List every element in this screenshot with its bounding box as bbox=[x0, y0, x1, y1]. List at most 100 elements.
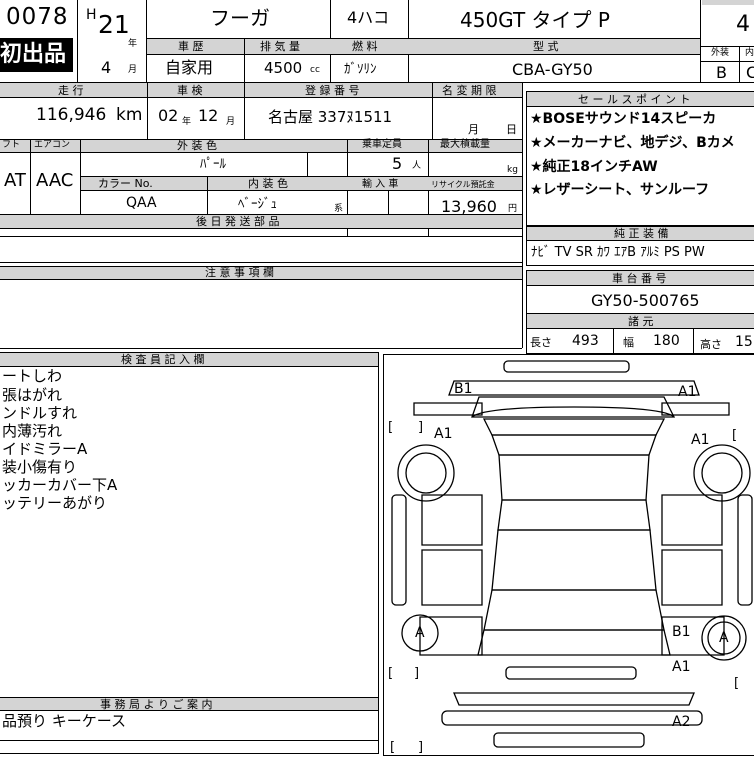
left-rocker bbox=[391, 494, 407, 606]
svg-text:[: [ bbox=[734, 676, 739, 691]
mark-a1-top: A1 bbox=[678, 384, 697, 400]
office-label: 事 務 局 よ り ご 案 内 bbox=[100, 698, 213, 711]
chassis-label: 車 台 番 号 bbox=[612, 272, 667, 285]
sales-point-2: ★メーカーナビ、地デジ、Bカメ bbox=[530, 135, 735, 151]
right-rear-door bbox=[661, 494, 723, 546]
mileage-label: 走 行 bbox=[58, 84, 84, 97]
exterior-color-value: ﾊﾟｰﾙ bbox=[200, 157, 226, 172]
inspection-year: 02 bbox=[158, 106, 179, 125]
exterior-grade-label: 外装 bbox=[711, 48, 730, 58]
recycle-value: 13,960 bbox=[441, 197, 497, 216]
hood bbox=[491, 529, 657, 591]
front-lip bbox=[441, 710, 703, 726]
dimensions-label: 諸 元 bbox=[628, 315, 654, 328]
front-spoiler bbox=[493, 732, 645, 748]
inspector-note-2: 張はがれ bbox=[2, 386, 63, 404]
inspection-label: 車 検 bbox=[177, 84, 203, 97]
left-front-fender bbox=[419, 616, 483, 656]
max-load-unit: kg bbox=[507, 165, 518, 175]
max-load-label: 最大積載量 bbox=[440, 139, 490, 150]
front-bumper bbox=[453, 692, 695, 706]
history-value: 自家用 bbox=[165, 58, 214, 77]
inspector-label: 検 査 員 記 入 欄 bbox=[121, 353, 205, 366]
lot-number: 0078 bbox=[6, 4, 69, 30]
svg-text:[: [ bbox=[390, 740, 395, 755]
car-diagram-svg: [] [ [] [ [] bbox=[388, 360, 753, 755]
inspection-month-unit: 月 bbox=[226, 117, 236, 127]
mark-a2-bottom: A2 bbox=[672, 714, 691, 730]
interior-color-unit: 系 bbox=[334, 204, 344, 214]
svg-text:]: ] bbox=[414, 666, 419, 681]
capacity-label: 乗車定員 bbox=[362, 139, 402, 150]
inspector-note-1: ートしわ bbox=[2, 367, 63, 385]
recycle-unit: 円 bbox=[508, 204, 518, 214]
height-value: 15 bbox=[735, 334, 753, 350]
right-rocker bbox=[737, 494, 753, 606]
rear-bumper-bar bbox=[503, 360, 630, 373]
inspection-month: 12 bbox=[198, 106, 219, 125]
chassis-value: GY50-500765 bbox=[591, 291, 700, 310]
inspector-note-5: イドミラーA bbox=[2, 440, 88, 458]
front-grille bbox=[483, 589, 665, 631]
model-value: CBA-GY50 bbox=[512, 60, 593, 79]
shift-label: フト bbox=[2, 140, 21, 150]
interior-grade-label: 内 bbox=[745, 48, 754, 58]
score: 4 bbox=[736, 12, 750, 37]
aircon-label: エアコン bbox=[34, 140, 71, 150]
mark-a1-right: A1 bbox=[691, 432, 710, 448]
front-bumper-upper bbox=[477, 629, 671, 656]
notes-label: 注 意 事 項 欄 bbox=[205, 266, 274, 279]
history-label: 車 歴 bbox=[178, 40, 204, 53]
front-plate bbox=[505, 666, 637, 680]
car-name: フーガ bbox=[210, 6, 270, 30]
inspector-note-4: 内薄汚れ bbox=[2, 422, 63, 440]
capacity-value: 5 bbox=[392, 154, 403, 173]
fuel-value: ｶﾞｿﾘﾝ bbox=[344, 62, 377, 77]
left-rear-quarter bbox=[413, 402, 483, 416]
registration-label: 登 録 番 号 bbox=[305, 84, 360, 97]
office-value: 品預り キーケース bbox=[2, 712, 127, 730]
car-diagram: [] [ [] [ [] B1 A1 A1 A1 A B1 A A1 A2 bbox=[383, 354, 754, 756]
svg-text:]: ] bbox=[418, 740, 423, 755]
rear-window bbox=[482, 418, 666, 436]
sales-point-1: ★BOSEサウンド14スピーカ bbox=[530, 111, 717, 127]
name-change-day: 日 bbox=[506, 123, 517, 136]
mileage-unit: km bbox=[116, 105, 143, 125]
fuel-label: 燃 料 bbox=[352, 40, 378, 53]
displacement-label: 排 気 量 bbox=[260, 40, 300, 53]
width-label: 幅 bbox=[623, 336, 634, 349]
length-value: 493 bbox=[572, 333, 599, 349]
roof bbox=[498, 454, 650, 501]
model-label: 型 式 bbox=[533, 40, 559, 53]
svg-text:[: [ bbox=[732, 428, 737, 443]
color-no-value: QAA bbox=[126, 195, 157, 211]
left-rear-door bbox=[421, 494, 483, 546]
body-type: 4ハコ bbox=[347, 8, 390, 27]
registration-value: 名古屋 337ﾇ1511 bbox=[268, 108, 393, 126]
sales-points-label: セ ー ル ス ポ イ ン ト bbox=[578, 93, 691, 106]
windshield bbox=[497, 499, 651, 531]
mark-b1-right: B1 bbox=[672, 624, 691, 640]
left-front-door bbox=[421, 549, 483, 606]
inspector-note-8: ッテリーあがり bbox=[2, 494, 108, 512]
svg-text:[: [ bbox=[388, 666, 393, 681]
sales-point-4: ★レザーシート、サンルーフ bbox=[530, 182, 710, 198]
mark-b1-top: B1 bbox=[454, 381, 473, 397]
mark-a-left-wheel: A bbox=[415, 625, 425, 641]
era: H bbox=[86, 7, 97, 23]
grade: 450GT タイプ P bbox=[460, 8, 610, 32]
year-value: 21 bbox=[98, 10, 130, 39]
inspection-year-unit: 年 bbox=[182, 117, 192, 127]
displacement-unit: cc bbox=[310, 65, 320, 75]
mileage-value: 116,946 bbox=[36, 105, 107, 125]
name-change-month: 月 bbox=[468, 123, 479, 136]
mark-a-right-wheel: A bbox=[719, 630, 729, 646]
svg-text:[: [ bbox=[388, 420, 393, 435]
year-unit: 年 bbox=[128, 39, 138, 49]
roof-rear bbox=[491, 434, 657, 456]
recycle-label: リサイクル預託金 bbox=[431, 180, 495, 189]
first-listing-badge-label: 初出品 bbox=[0, 42, 67, 67]
inspector-note-3: ンドルすれ bbox=[2, 404, 78, 422]
equipment-label: 純 正 装 備 bbox=[614, 227, 669, 240]
interior-grade: C bbox=[746, 63, 754, 82]
